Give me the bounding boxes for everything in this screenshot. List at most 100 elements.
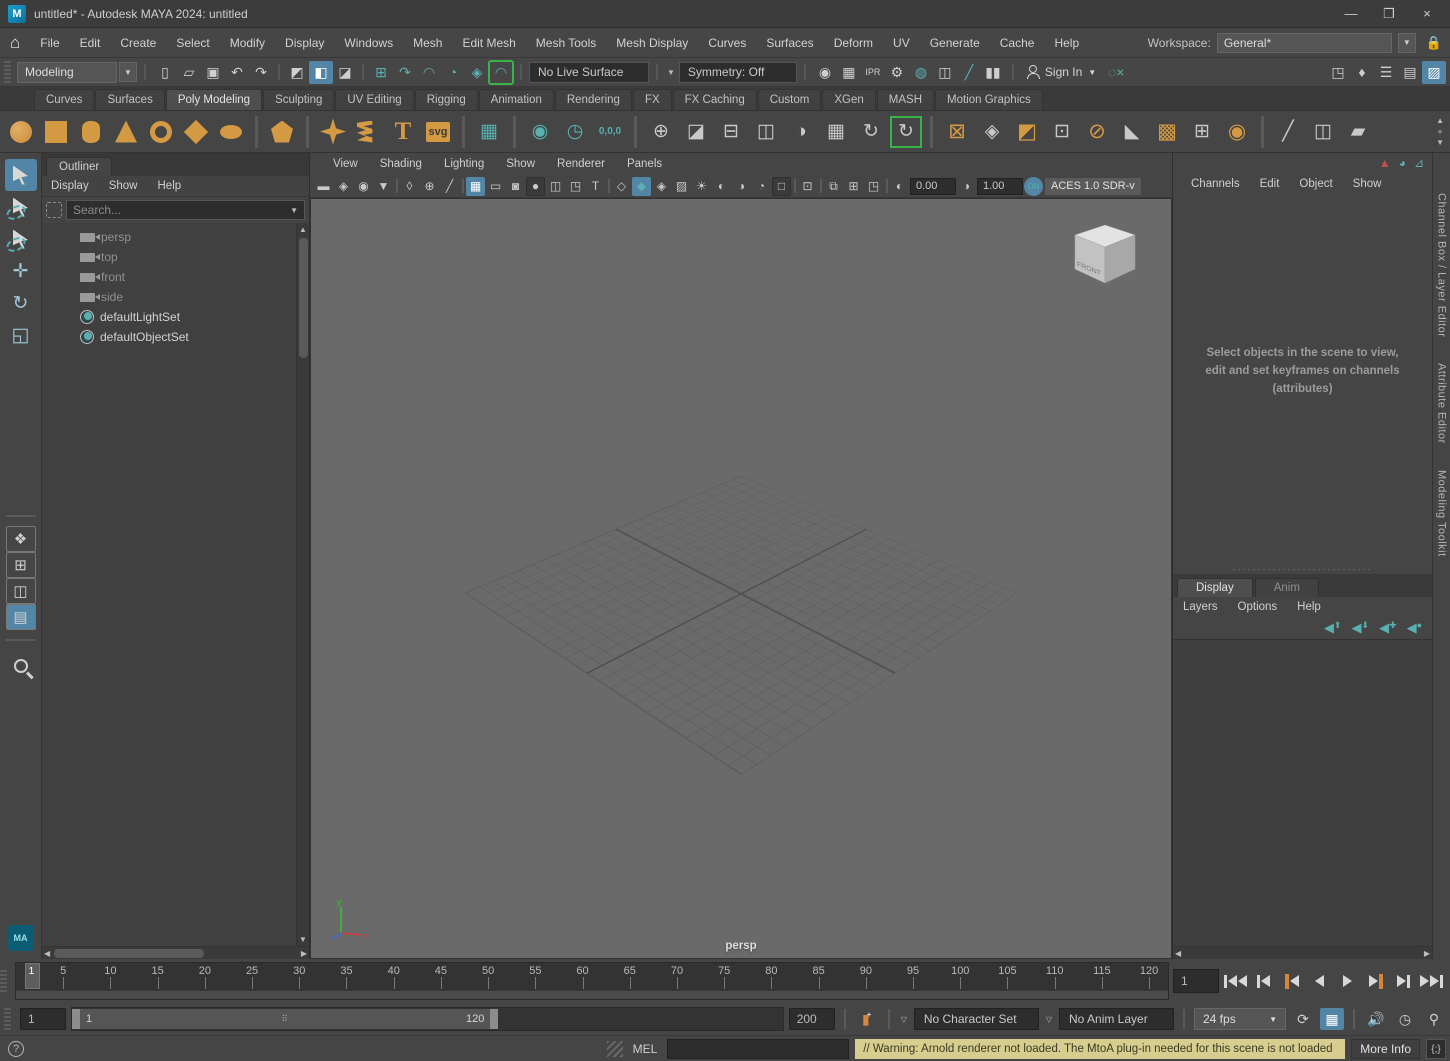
animation-preferences-icon[interactable]: ▦ [1320, 1008, 1344, 1030]
help-icon[interactable]: ? [8, 1041, 24, 1057]
animation-start-field[interactable]: 1 [20, 1008, 66, 1030]
viewport-menu-lighting[interactable]: Lighting [433, 158, 495, 170]
outliner-vertical-scrollbar[interactable]: ▲ ▼ [296, 223, 309, 946]
channel-manip-icon[interactable]: ▲ [1379, 156, 1391, 173]
go-to-end-button[interactable] [1419, 969, 1444, 993]
field-chart-icon[interactable]: ◫ [546, 177, 565, 196]
range-slider-track[interactable]: 1 ⠿ 120 [71, 1007, 784, 1031]
shelf-tab-motion-graphics[interactable]: Motion Graphics [935, 89, 1043, 110]
script-editor-icon[interactable]: {;} [1426, 1039, 1446, 1059]
menu-curves[interactable]: Curves [698, 36, 756, 50]
shelf-tab-rigging[interactable]: Rigging [415, 89, 478, 110]
safe-action-icon[interactable]: ◳ [566, 177, 585, 196]
save-scene-icon[interactable]: ▣ [201, 61, 225, 84]
outliner-filter-icon[interactable] [46, 202, 62, 218]
paint-effects-icon[interactable]: ╱ [957, 61, 981, 84]
layout-outliner-persp[interactable]: ▤ [6, 604, 36, 630]
scale-tool[interactable]: ◱ [5, 319, 37, 351]
menu-set-select[interactable]: Modeling [17, 62, 117, 83]
shelf-tab-xgen[interactable]: XGen [822, 89, 875, 110]
shelf-poly-cube[interactable] [41, 117, 71, 147]
cached-playback-icon[interactable]: ◷ [1393, 1008, 1417, 1030]
shelf-edit-edge-flow[interactable]: ↻ [856, 117, 886, 147]
grease-pencil-icon[interactable]: ╱ [440, 177, 459, 196]
channel-box-menu-show[interactable]: Show [1343, 178, 1392, 190]
viewport-menu-show[interactable]: Show [495, 158, 546, 170]
select-by-hierarchy-icon[interactable]: ◩ [285, 61, 309, 84]
shadows-icon[interactable]: ◐ [712, 177, 731, 196]
safe-title-icon[interactable]: T [586, 177, 605, 196]
tool-settings-toggle-icon[interactable]: ☰ [1374, 61, 1398, 84]
menu-windows[interactable]: Windows [334, 36, 403, 50]
shelf-type-tool[interactable]: T [388, 117, 418, 147]
use-all-lights-icon[interactable]: ☀ [692, 177, 711, 196]
gamma-icon[interactable]: ◑ [957, 177, 976, 196]
undo-icon[interactable]: ↶ [225, 61, 249, 84]
range-start-handle[interactable] [72, 1009, 80, 1029]
layer-editor-menu-layers[interactable]: Layers [1173, 601, 1228, 613]
shelf-sweep-mesh[interactable]: ▦ [474, 117, 504, 147]
select-tool[interactable] [5, 159, 37, 191]
lasso-tool[interactable] [5, 191, 37, 223]
outliner-item-front[interactable]: front [42, 267, 296, 287]
step-back-frame-button[interactable] [1251, 969, 1276, 993]
shelf-tab-custom[interactable]: Custom [758, 89, 822, 110]
outliner-horizontal-scrollbar[interactable]: ◀▶ [42, 946, 309, 959]
motion-blur-icon[interactable]: ◔ [752, 177, 771, 196]
shelf-extrude[interactable]: ⊠ [942, 117, 972, 147]
more-info-button[interactable]: More Info [1351, 1039, 1420, 1059]
step-back-key-button[interactable] [1279, 969, 1304, 993]
shelf-poly-disc[interactable] [216, 117, 246, 147]
menu-edit-mesh[interactable]: Edit Mesh [452, 36, 525, 50]
create-layer-from-selected-icon[interactable]: ◀✚ [1379, 620, 1397, 636]
open-scene-icon[interactable]: ▱ [177, 61, 201, 84]
shelf-bridge[interactable]: ⊡ [1047, 117, 1077, 147]
render-settings-icon[interactable]: ⚙ [885, 61, 909, 84]
shelf-tab-uv-editing[interactable]: UV Editing [335, 89, 413, 110]
outliner-menu-display[interactable]: Display [42, 180, 98, 192]
viewport-menu-renderer[interactable]: Renderer [546, 158, 616, 170]
shelf-super-ellipse[interactable] [318, 117, 348, 147]
ipr-render-icon[interactable]: IPR [861, 61, 885, 84]
character-controls-icon[interactable]: ♦ [1350, 61, 1374, 84]
shelf-circularize[interactable]: ⊘ [1082, 117, 1112, 147]
layer-editor-tab-display[interactable]: Display [1177, 578, 1253, 597]
menu-set-dropdown-arrow[interactable]: ▼ [119, 62, 137, 82]
outliner-item-side[interactable]: side [42, 287, 296, 307]
new-scene-icon[interactable]: ▯ [153, 61, 177, 84]
shelf-tab-mash[interactable]: MASH [877, 89, 934, 110]
shelf-boolean[interactable]: ◑ [786, 117, 816, 147]
attribute-editor-toggle-icon[interactable]: ▤ [1398, 61, 1422, 84]
playback-range[interactable]: 1 ⠿ 120 [72, 1009, 498, 1029]
outliner-menu-help[interactable]: Help [149, 180, 191, 192]
light-editor-icon[interactable]: ◫ [933, 61, 957, 84]
outliner-menu-show[interactable]: Show [100, 180, 147, 192]
shelf-poly-plane[interactable] [181, 117, 211, 147]
character-set-dropdown-arrow[interactable]: ▽ [899, 1015, 909, 1024]
outliner-item-defaultLightSet[interactable]: defaultLightSet [42, 307, 296, 327]
search-commands-icon[interactable]: ◌× [1104, 61, 1128, 84]
shelf-scroll-arrows[interactable]: ▲●▼ [1436, 116, 1444, 147]
make-live-icon[interactable]: ◈ [465, 61, 489, 84]
shelf-poly-cylinder[interactable] [76, 117, 106, 147]
close-button[interactable]: × [1410, 3, 1444, 25]
channel-box-menu-channels[interactable]: Channels [1181, 178, 1250, 190]
create-bookmark-icon[interactable]: ▮+ [855, 1008, 879, 1030]
loop-playback-icon[interactable]: ⟳ [1291, 1008, 1315, 1030]
rotate-tool[interactable]: ↻ [5, 287, 37, 319]
viewport-canvas[interactable]: FRONT RIGHT y x persp [310, 198, 1172, 959]
shelf-multi-cut[interactable]: ╱ [1273, 117, 1303, 147]
create-empty-layer-icon[interactable]: ◀● [1407, 620, 1422, 636]
step-forward-frame-button[interactable] [1391, 969, 1416, 993]
play-backwards-button[interactable] [1307, 969, 1332, 993]
layout-single-pane[interactable]: ❖ [6, 526, 36, 552]
wireframe-icon[interactable]: ◇ [612, 177, 631, 196]
time-slider-grip[interactable] [0, 970, 7, 992]
menu-create[interactable]: Create [110, 36, 166, 50]
current-time-marker[interactable]: 1 [25, 963, 40, 989]
duplicate-panel-icon[interactable]: ⧉ [824, 177, 843, 196]
shelf-separate[interactable]: ◪ [681, 117, 711, 147]
time-slider[interactable]: 1 51015202530354045505560657075808590951… [15, 962, 1169, 1000]
film-gate-icon[interactable]: ▭ [486, 177, 505, 196]
menu-mesh-tools[interactable]: Mesh Tools [526, 36, 606, 50]
